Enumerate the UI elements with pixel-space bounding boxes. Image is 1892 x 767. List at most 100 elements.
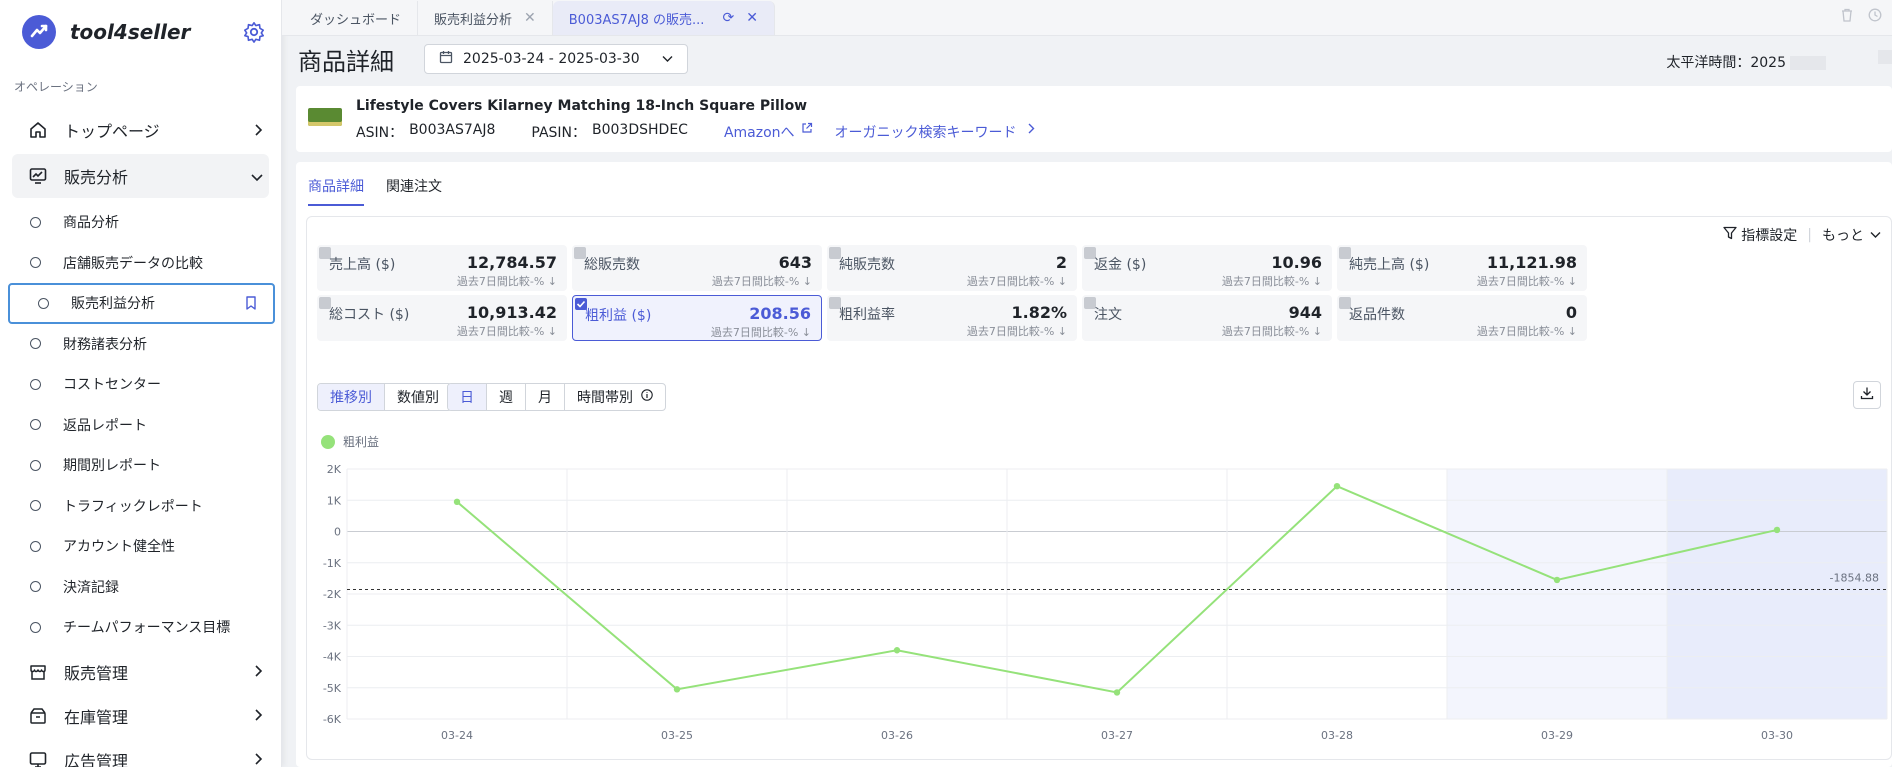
nav-group-top[interactable]: トップページ (0, 108, 281, 152)
sidebar-sub-item-label: 販売利益分析 (71, 296, 155, 313)
metric-card[interactable]: 粗利益率 1.82% 過去7日間比較-% ↓ (827, 295, 1077, 341)
more-button[interactable]: もっと (1822, 225, 1864, 245)
external-link-icon[interactable] (801, 122, 813, 142)
period-day-button[interactable]: 日 (448, 384, 487, 410)
clock-icon[interactable] (1868, 8, 1882, 26)
metric-value: 10,913.42 (466, 303, 557, 322)
metric-name: 総コスト ($) (329, 307, 410, 323)
metric-name: 純売上高 ($) (1349, 257, 1430, 273)
metric-compare-label: 過去7日間比較-% (710, 326, 799, 339)
metric-card[interactable]: 返金 ($) 10.96 過去7日間比較-% ↓ (1082, 245, 1332, 291)
metric-card[interactable]: 粗利益 ($) 208.56 過去7日間比較-% ↓ (572, 295, 822, 341)
bookmark-icon[interactable] (245, 296, 257, 314)
period-week-button[interactable]: 週 (487, 384, 526, 410)
chevron-right-icon (253, 750, 263, 767)
metric-value: 10.96 (1271, 253, 1322, 272)
view-toggle: 推移別 数値別 (317, 383, 452, 411)
metric-name: 粗利益率 (839, 307, 895, 323)
box-icon (28, 706, 48, 726)
asin-label: ASIN： (356, 125, 404, 141)
nav-group-sales-management[interactable]: 販売管理 (0, 650, 281, 694)
metric-name: 注文 (1094, 307, 1122, 323)
refresh-icon[interactable]: ⟳ (722, 10, 734, 26)
metric-compare: 過去7日間比較-% ↓ (712, 273, 812, 289)
metric-name: 粗利益 ($) (585, 308, 652, 324)
gear-icon[interactable] (243, 21, 265, 43)
arrow-down-icon: ↓ (1057, 275, 1067, 288)
arrow-down-icon: ↓ (1312, 325, 1322, 338)
sidebar-sub-item[interactable]: トラフィックレポート (0, 486, 281, 527)
close-icon[interactable]: ✕ (524, 10, 536, 26)
sidebar-sub-item[interactable]: 返品レポート (0, 405, 281, 446)
metric-compare: 過去7日間比較-% ↓ (967, 323, 1067, 339)
chevron-down-icon (1870, 227, 1881, 243)
main-area: ダッシュボード 販売利益分析 ✕ B003AS7AJ8 の販売... ⟳ ✕ 商品詳細… (282, 0, 1892, 767)
pasin-label: PASIN： (531, 125, 587, 141)
sidebar-sub-item[interactable]: 商品分析 (0, 202, 281, 243)
date-range-picker[interactable]: 2025-03-24 - 2025-03-30 (424, 44, 688, 74)
metric-compare-label: 過去7日間比較-% (1221, 325, 1310, 338)
trash-icon[interactable] (1840, 8, 1854, 26)
tab-related-orders[interactable]: 関連注文 (386, 176, 442, 206)
metric-settings-button[interactable]: 指標設定 (1741, 225, 1797, 245)
metric-name: 売上高 ($) (329, 257, 396, 273)
period-hourly-button[interactable]: 時間帯別 (565, 384, 665, 410)
metric-value: 643 (778, 253, 812, 272)
filter-icon[interactable] (1723, 226, 1737, 244)
nav-group-label: 広告管理 (64, 751, 129, 767)
timezone-label: 太平洋時間：2025 (1666, 55, 1786, 71)
tab-product-detail-content[interactable]: 商品詳細 (308, 176, 364, 206)
view-value-button[interactable]: 数値別 (385, 384, 451, 410)
divider: | (1807, 227, 1812, 243)
reference-line-label: -1854.88 (1830, 571, 1879, 584)
metric-card[interactable]: 純販売数 2 過去7日間比較-% ↓ (827, 245, 1077, 291)
tab-product-detail[interactable]: B003AS7AJ8 の販売... ⟳ ✕ (552, 1, 775, 35)
sidebar-sub-item[interactable]: 期間別レポート (0, 445, 281, 486)
sidebar-sub-item[interactable]: 決済記録 (0, 567, 281, 608)
metric-compare: 過去7日間比較-% ↓ (967, 273, 1067, 289)
arrow-down-icon: ↓ (1567, 325, 1577, 338)
blurred-time (1790, 56, 1826, 70)
metric-card[interactable]: 総販売数 643 過去7日間比較-% ↓ (572, 245, 822, 291)
sidebar-sub-item-label: コストセンター (63, 377, 161, 394)
metric-name: 返品件数 (1349, 307, 1405, 323)
tab-dashboard[interactable]: ダッシュボード (294, 1, 419, 35)
view-trend-button[interactable]: 推移別 (318, 384, 385, 410)
sidebar-sub-item[interactable]: チームパフォーマンス目標 (0, 607, 281, 648)
sidebar-sub-item[interactable]: 財務諸表分析 (0, 324, 281, 365)
download-button[interactable] (1853, 381, 1881, 409)
amazon-link[interactable]: Amazonへ (724, 122, 795, 142)
period-month-button[interactable]: 月 (526, 384, 565, 410)
chart-legend[interactable]: 粗利益 (321, 433, 379, 450)
y-tick-label: -3K (323, 619, 342, 632)
sidebar-sub-item[interactable]: 販売利益分析 (8, 283, 275, 324)
sidebar-sub-item[interactable]: 店舗販売データの比較 (0, 243, 281, 284)
nav-group-inventory[interactable]: 在庫管理 (0, 694, 281, 738)
metric-compare: 過去7日間比較-% ↓ (457, 273, 557, 289)
nav-group-ads[interactable]: 広告管理 (0, 738, 281, 767)
metric-card[interactable]: 総コスト ($) 10,913.42 過去7日間比較-% ↓ (317, 295, 567, 341)
metric-card[interactable]: 注文 944 過去7日間比較-% ↓ (1082, 295, 1332, 341)
circle-bullet-icon (30, 621, 41, 633)
tab-label: ダッシュボード (310, 12, 402, 28)
content-card: 商品詳細 関連注文 指標設定 | もっと 売上高 ($) 12,784.57 過去7… (296, 162, 1892, 767)
circle-bullet-icon (30, 378, 41, 390)
sidebar-sub-item[interactable]: アカウント健全性 (0, 526, 281, 567)
sidebar-sub-item-label: 決済記録 (63, 579, 119, 596)
nav-group-sales-analysis[interactable]: 販売分析 (12, 154, 269, 198)
chevron-down-icon (251, 167, 263, 186)
tab-profit-analysis[interactable]: 販売利益分析 ✕ (418, 1, 553, 35)
metric-card[interactable]: 売上高 ($) 12,784.57 過去7日間比較-% ↓ (317, 245, 567, 291)
organic-keyword-link[interactable]: オーガニック検索キーワード (835, 122, 1017, 142)
metric-compare-label: 過去7日間比較-% (1476, 325, 1565, 338)
metric-compare-label: 過去7日間比較-% (1476, 275, 1565, 288)
data-point (1773, 526, 1781, 534)
sidebar-sub-item-label: チームパフォーマンス目標 (63, 620, 231, 637)
metric-card[interactable]: 純売上高 ($) 11,121.98 過去7日間比較-% ↓ (1337, 245, 1587, 291)
metric-value: 12,784.57 (466, 253, 557, 272)
sidebar-sub-item[interactable]: コストセンター (0, 364, 281, 405)
logo-row: tool4seller (0, 0, 281, 64)
metric-card[interactable]: 返品件数 0 過去7日間比較-% ↓ (1337, 295, 1587, 341)
close-icon[interactable]: ✕ (746, 10, 758, 26)
data-point (1553, 576, 1561, 584)
